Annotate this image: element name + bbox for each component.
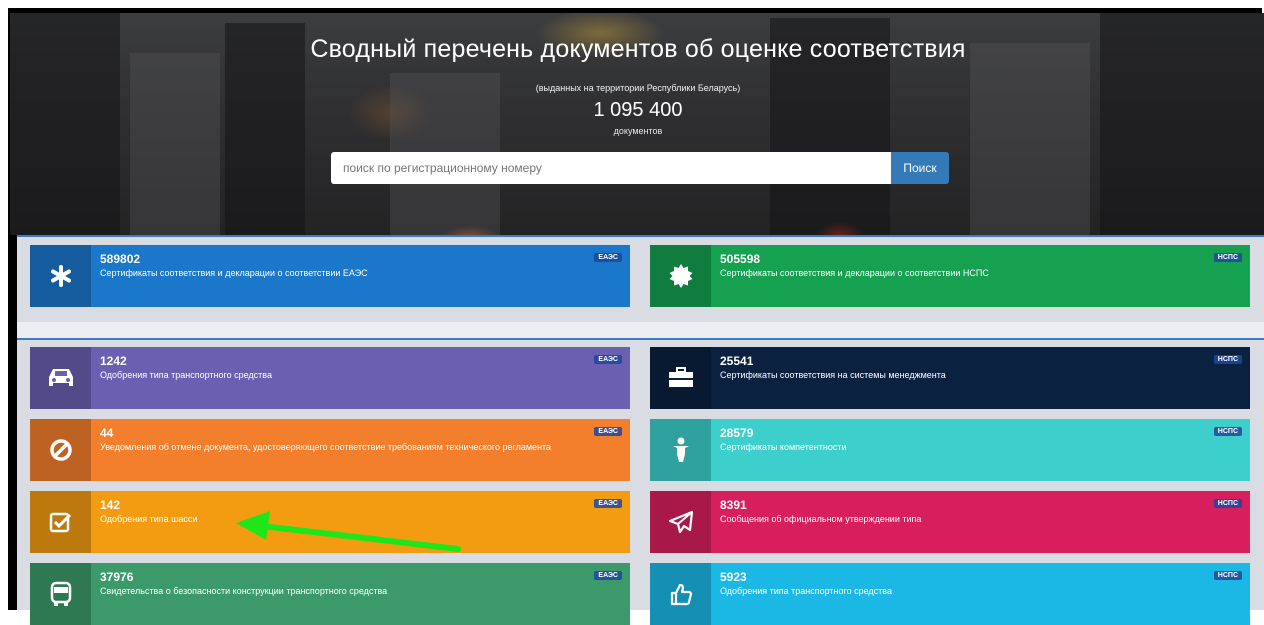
card-badge: ЕАЭС bbox=[594, 355, 622, 364]
card-count: 505598 bbox=[720, 252, 761, 266]
card-nsps-certificates[interactable]: 505598 Сертификаты соответствия и деклар… bbox=[650, 245, 1250, 307]
card-nsps-vehicle-type-approval[interactable]: 5923 Одобрения типа транспортного средст… bbox=[650, 563, 1250, 625]
card-count: 28579 bbox=[720, 426, 754, 440]
car-icon bbox=[30, 347, 91, 409]
briefcase-icon bbox=[650, 347, 711, 409]
card-label: Сертификаты соответствия на системы мене… bbox=[720, 370, 946, 380]
card-cancellation-notices[interactable]: 44 Уведомления об отмене документа, удос… bbox=[30, 419, 630, 481]
thumbs-up-icon bbox=[650, 563, 711, 625]
section-gap bbox=[17, 322, 1264, 338]
document-count-unit: документов bbox=[613, 126, 663, 136]
card-label: Одобрения типа шасси bbox=[100, 514, 198, 524]
card-badge: НСПС bbox=[1213, 253, 1242, 262]
card-label: Одобрения типа транспортного средства bbox=[100, 370, 272, 380]
card-label: Уведомления об отмене документа, удостов… bbox=[100, 442, 552, 452]
card-badge: НСПС bbox=[1213, 427, 1242, 436]
card-badge: НСПС bbox=[1213, 571, 1242, 580]
card-count: 142 bbox=[100, 498, 121, 512]
ban-icon bbox=[30, 419, 91, 481]
card-count: 44 bbox=[100, 426, 114, 440]
card-count: 1242 bbox=[100, 354, 127, 368]
search-input[interactable] bbox=[331, 152, 891, 184]
card-eaes-certificates[interactable]: 589802 Сертификаты соответствия и деклар… bbox=[30, 245, 630, 307]
card-badge: ЕАЭС bbox=[594, 499, 622, 508]
card-badge: ЕАЭС bbox=[594, 571, 622, 580]
divider bbox=[17, 235, 1264, 237]
card-badge: ЕАЭС bbox=[594, 253, 622, 262]
card-count: 37976 bbox=[100, 570, 134, 584]
page-title: Сводный перечень документов об оценке со… bbox=[310, 35, 966, 63]
card-vehicle-type-approval[interactable]: 1242 Одобрения типа транспортного средст… bbox=[30, 347, 630, 409]
hero-banner: Сводный перечень документов об оценке со… bbox=[10, 13, 1264, 235]
bus-icon bbox=[30, 563, 91, 625]
card-chassis-type-approval[interactable]: 142 Одобрения типа шасси ЕАЭС bbox=[30, 491, 630, 553]
divider bbox=[17, 338, 1264, 340]
card-label: Одобрения типа транспортного средства bbox=[720, 586, 892, 596]
asterisk-icon bbox=[30, 245, 91, 307]
document-count: 1 095 400 bbox=[593, 99, 683, 121]
card-badge: НСПС bbox=[1213, 499, 1242, 508]
card-label: Сертификаты соответствия и декларации о … bbox=[100, 268, 368, 278]
paper-plane-icon bbox=[650, 491, 711, 553]
card-count: 8391 bbox=[720, 498, 747, 512]
card-management-systems[interactable]: 25541 Сертификаты соответствия на систем… bbox=[650, 347, 1250, 409]
person-icon bbox=[650, 419, 711, 481]
card-vehicle-design-safety[interactable]: 37976 Свидетельства о безопасности конст… bbox=[30, 563, 630, 625]
page-subtitle: (выданных на территории Республики Белар… bbox=[535, 83, 741, 93]
card-badge: НСПС bbox=[1213, 355, 1242, 364]
card-label: Сертификаты компетентности bbox=[720, 442, 847, 452]
search-button[interactable]: Поиск bbox=[891, 152, 949, 184]
card-count: 25541 bbox=[720, 354, 754, 368]
card-type-approval-messages[interactable]: 8391 Сообщения об официальном утверждени… bbox=[650, 491, 1250, 553]
card-label: Сертификаты соответствия и декларации о … bbox=[720, 268, 989, 278]
card-count: 589802 bbox=[100, 252, 141, 266]
card-label: Свидетельства о безопасности конструкции… bbox=[100, 586, 388, 596]
card-competence-certificates[interactable]: 28579 Сертификаты компетентности НСПС bbox=[650, 419, 1250, 481]
card-badge: ЕАЭС bbox=[594, 427, 622, 436]
card-label: Сообщения об официальном утверждении тип… bbox=[720, 514, 922, 524]
checkbox-icon bbox=[30, 491, 91, 553]
card-count: 5923 bbox=[720, 570, 747, 584]
gear-badge-icon bbox=[650, 245, 711, 307]
